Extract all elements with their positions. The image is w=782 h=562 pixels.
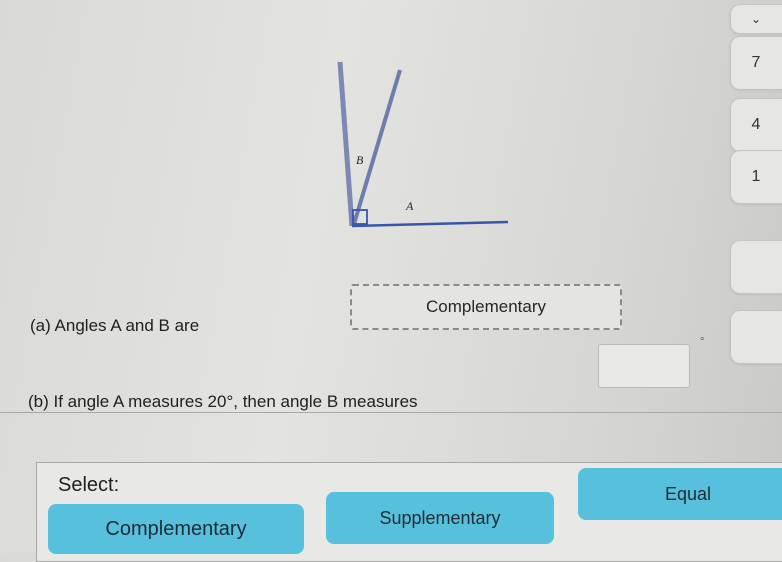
angle-b-label: B [356, 153, 364, 167]
angle-a-label: A [405, 199, 414, 213]
question-a-answer: Complementary [426, 297, 546, 316]
chevron-down-icon: ⌄ [750, 12, 762, 26]
angle-diagram: B A [320, 50, 520, 240]
keypad-key-top[interactable]: ⌄ [730, 4, 782, 34]
choice-label: Supplementary [379, 507, 501, 528]
middle-ray [352, 69, 402, 225]
choice-label: Complementary [105, 517, 247, 540]
choice-supplementary-button[interactable]: Supplementary [326, 492, 554, 544]
question-a-answer-box[interactable]: Complementary [350, 284, 622, 330]
keypad-key-label: 7 [751, 54, 761, 71]
keypad-key-extra[interactable] [730, 310, 782, 364]
keypad-key-label: 1 [751, 168, 761, 185]
divider [0, 412, 782, 413]
keypad-key-label: 4 [751, 116, 761, 133]
question-a-text: (a) Angles A and B are [30, 316, 200, 335]
keypad-key-1[interactable]: 1 [730, 150, 782, 204]
keypad-key-paren[interactable] [730, 240, 782, 294]
degree-symbol: ° [700, 336, 705, 348]
angle-figure: B A [337, 61, 509, 228]
choice-label: Equal [664, 483, 712, 504]
choice-complementary-button[interactable]: Complementary [48, 504, 304, 554]
choice-equal-button[interactable]: Equal [578, 468, 782, 520]
vertical-ray [337, 61, 355, 227]
keypad-key-7[interactable]: 7 [730, 36, 782, 90]
select-label: Select: [58, 474, 120, 496]
keypad-key-4[interactable]: 4 [730, 98, 782, 152]
baseline-ray [351, 220, 509, 228]
question-b-answer-input[interactable] [598, 344, 690, 388]
question-b-text: (b) If angle A measures 20°, then angle … [28, 392, 418, 411]
